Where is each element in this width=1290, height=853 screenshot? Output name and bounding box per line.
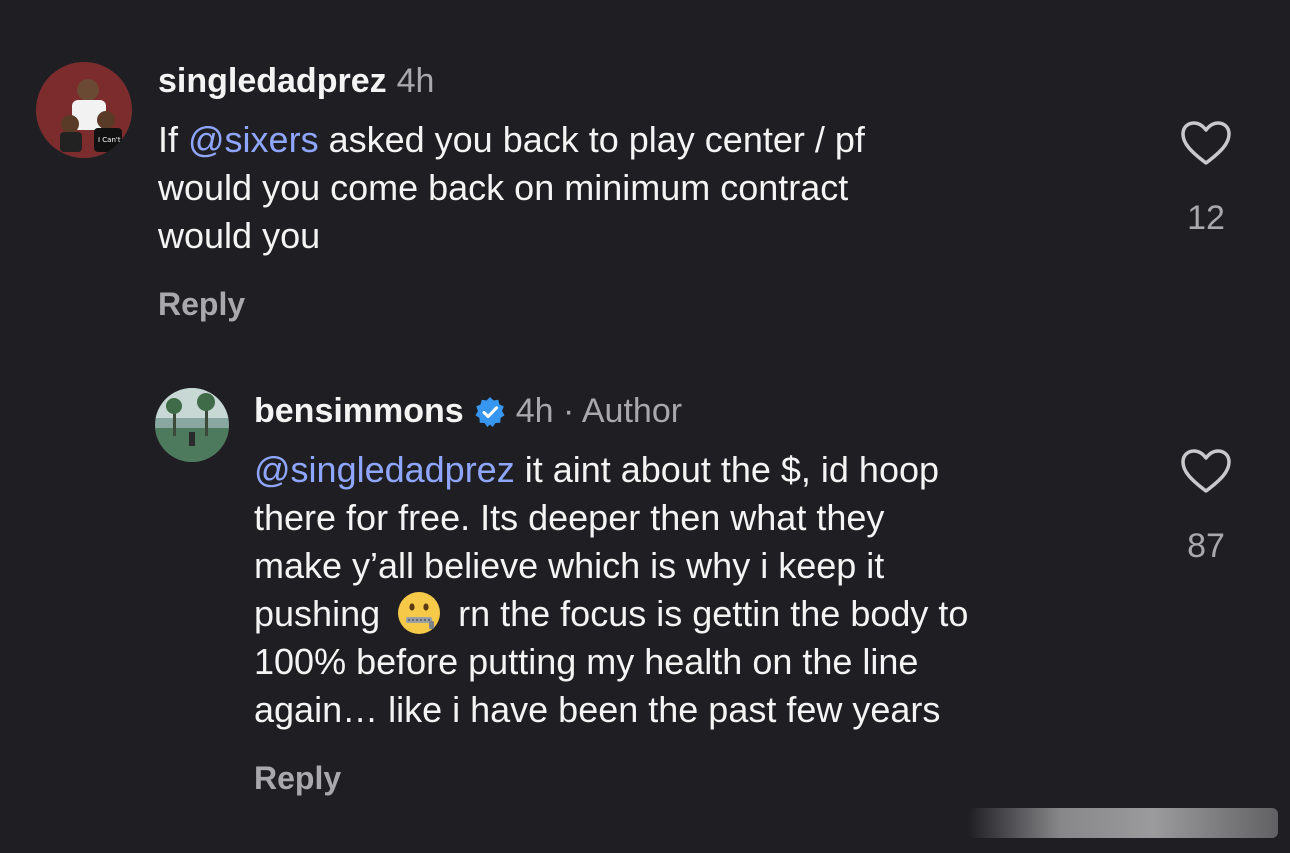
text-segment: 100% before putting my health on the lin… <box>254 641 919 682</box>
text-segment: there for free. Its deeper then what the… <box>254 497 885 538</box>
like-count: 12 <box>1187 199 1225 237</box>
text-segment: rn the focus is gettin the body to <box>448 593 969 634</box>
zipper-mouth-face-icon <box>398 592 441 634</box>
text-segment: asked you back to play center / pf <box>318 119 865 160</box>
reply-button[interactable]: Reply <box>158 286 245 323</box>
like-column: 12 <box>1176 120 1236 238</box>
avatar[interactable]: I Can't <box>36 62 132 158</box>
avatar[interactable] <box>155 388 229 462</box>
text-segment: pushing <box>254 593 391 634</box>
comment-username[interactable]: bensimmons <box>254 392 464 431</box>
text-segment: would you come back on minimum contract <box>158 167 849 208</box>
like-count: 87 <box>1187 527 1225 565</box>
comment-time: 4h · Author <box>515 392 683 430</box>
watermark-smudge <box>968 808 1278 838</box>
user-photo-avatar-icon: I Can't <box>36 62 132 158</box>
comment-text: If @sixers asked you back to play center… <box>158 116 865 260</box>
mention-link[interactable]: @singledadprez <box>254 449 515 490</box>
reply-button[interactable]: Reply <box>254 760 341 797</box>
landscape-avatar-icon <box>155 388 229 462</box>
like-column: 87 <box>1176 448 1236 566</box>
svg-text:I Can't: I Can't <box>98 136 121 144</box>
text-segment: it aint about the $, id hoop <box>514 449 940 490</box>
comment-username[interactable]: singledadprez <box>158 62 387 101</box>
heart-icon[interactable] <box>1180 448 1232 494</box>
verified-badge-icon <box>475 396 505 427</box>
text-segment: If <box>158 119 189 160</box>
comment-text: @singledadprez it aint about the $, id h… <box>254 446 968 734</box>
text-segment: make y’all believe which is why i keep i… <box>254 545 885 586</box>
mention-link[interactable]: @sixers <box>188 119 319 160</box>
heart-icon[interactable] <box>1180 120 1232 166</box>
text-segment: would you <box>158 215 321 256</box>
comment-time: 4h <box>396 62 435 100</box>
text-segment: again… like i have been the past few yea… <box>254 689 941 730</box>
